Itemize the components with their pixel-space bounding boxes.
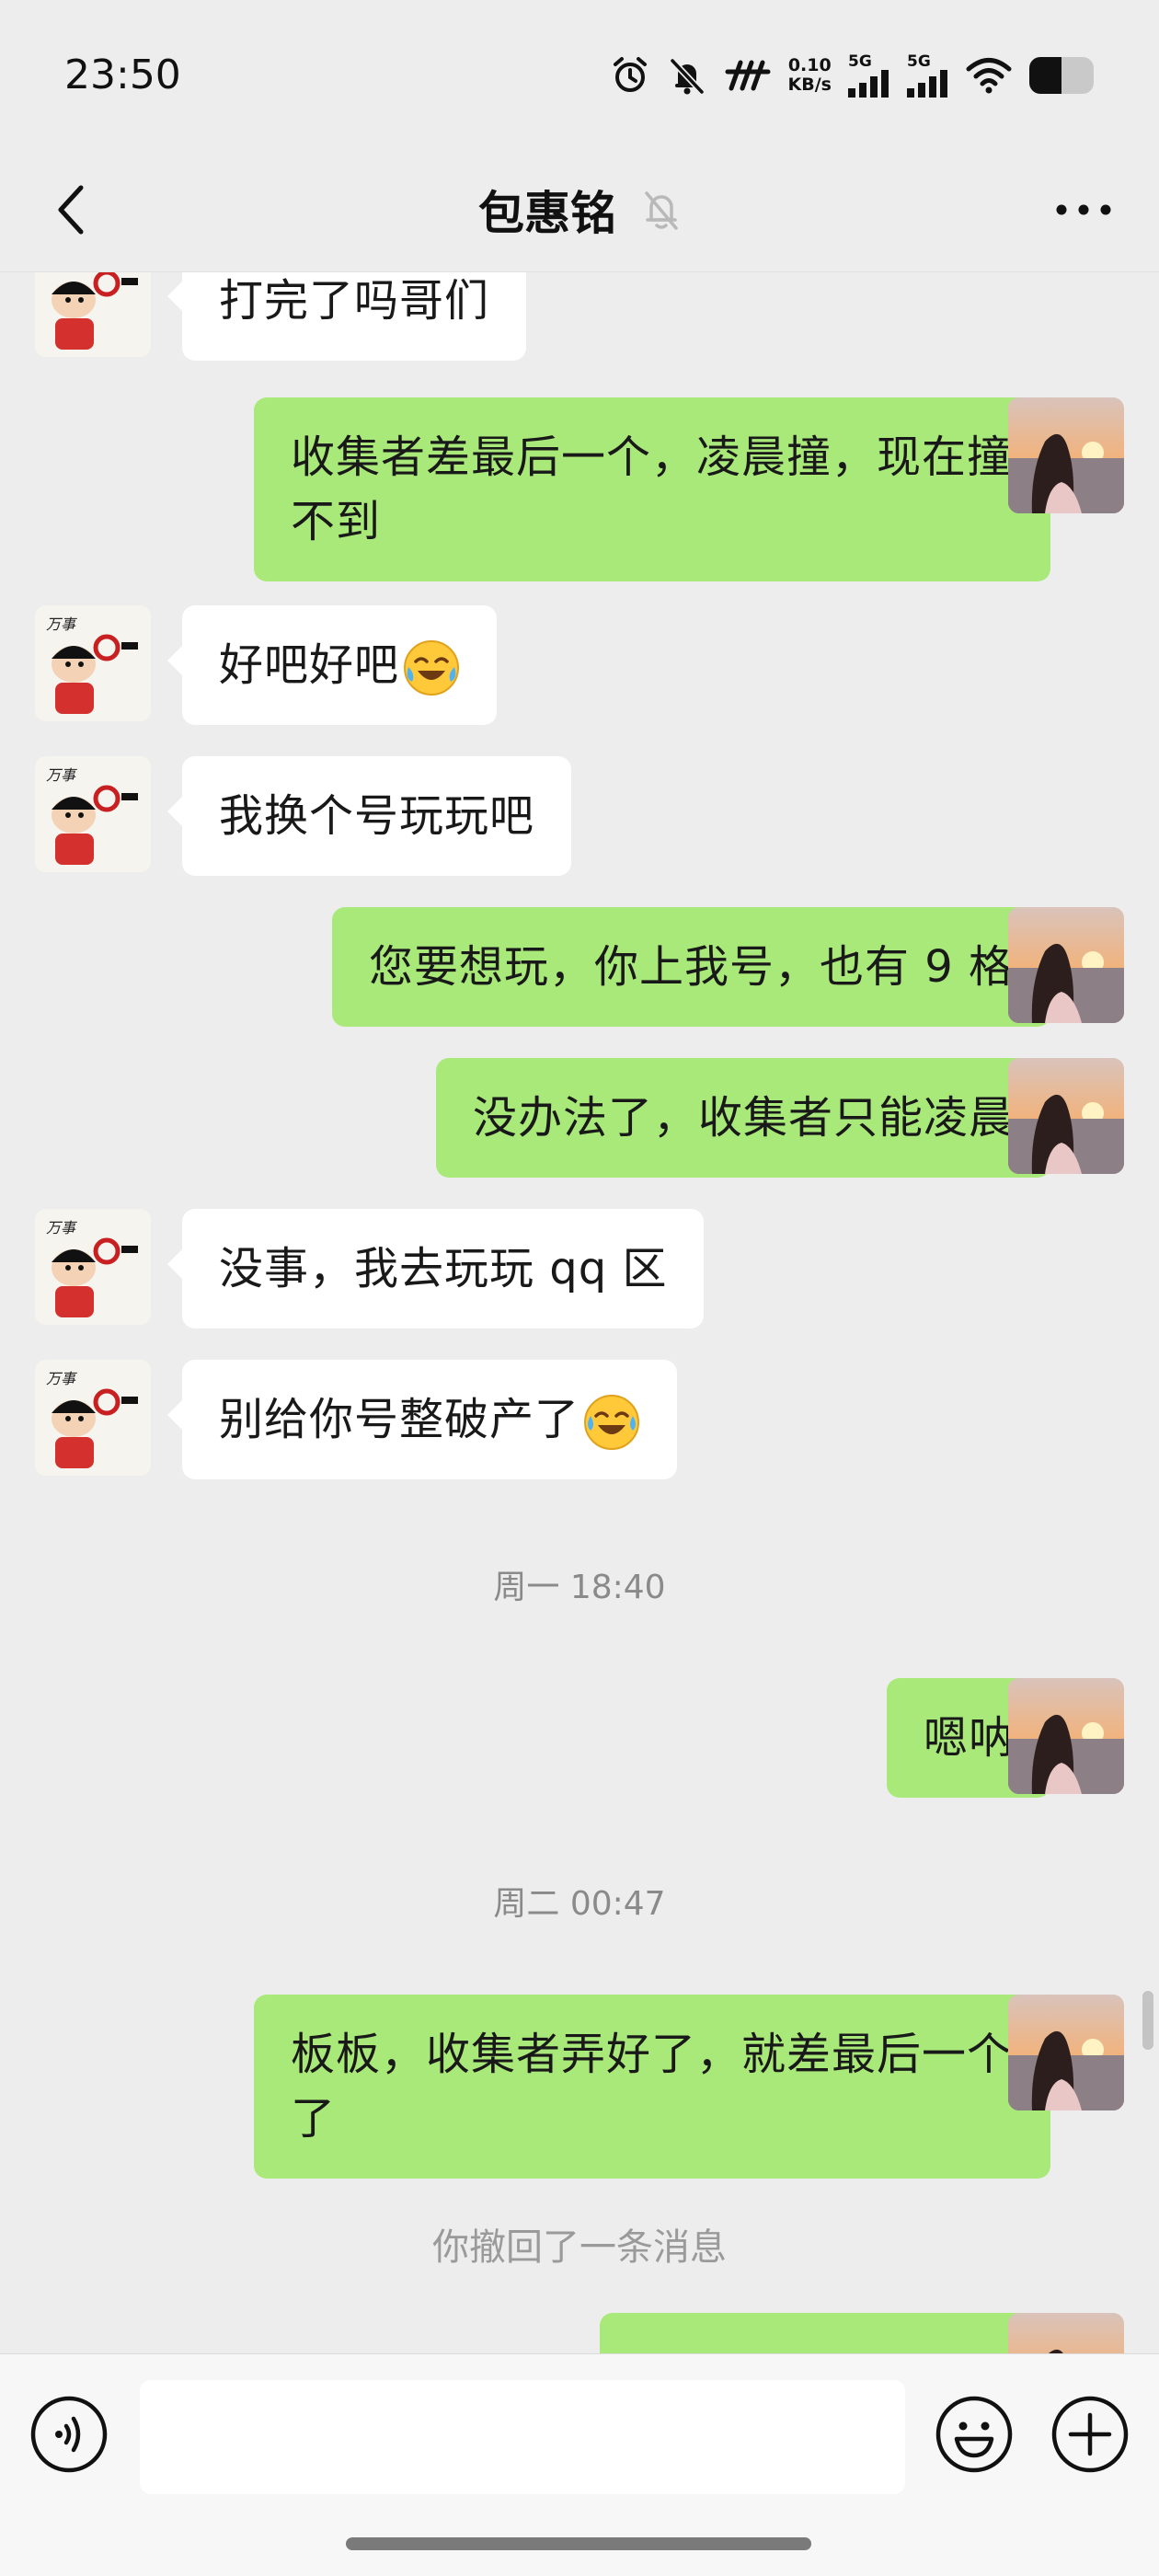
message-bubble-sent[interactable] [600, 2313, 1050, 2353]
cartoon-boy-avatar-icon: 万事 [35, 1209, 151, 1325]
message-bubble-received[interactable]: 我换个号玩玩吧 [166, 756, 572, 876]
timestamp: 周二 00:47 [493, 1885, 666, 1923]
message-bubble-received[interactable]: 没事，我去玩玩 qq 区 [166, 1209, 705, 1328]
message-text: 好吧好吧 [219, 639, 400, 691]
mute-icon [645, 191, 678, 230]
sunset-portrait-avatar-icon [1008, 907, 1124, 1023]
message-text: 打完了吗哥们 [219, 275, 490, 327]
emoji-icon [935, 2396, 1013, 2473]
scrollbar-thumb[interactable] [1142, 1991, 1153, 2050]
signal-icon [907, 69, 947, 98]
contact-avatar[interactable]: 万事 [35, 605, 151, 721]
message-text: 我换个号玩玩吧 [219, 790, 535, 842]
contact-avatar[interactable]: 万事 [35, 756, 151, 872]
net-speed-unit: KB/s [787, 75, 832, 95]
sunset-portrait-avatar-icon [1008, 397, 1124, 513]
svg-text:万事: 万事 [46, 615, 77, 633]
chat-title: 包惠铭 [478, 187, 616, 240]
my-avatar[interactable] [1008, 1678, 1124, 1794]
sim1-network-label: 5G [848, 52, 872, 71]
sunset-portrait-avatar-icon [1008, 1678, 1124, 1794]
voice-icon [30, 2396, 108, 2473]
message-text: 没办法了，收集者只能凌晨 [472, 1092, 1014, 1144]
status-bar: 23:50 0.10 KB/s 5G 5G [0, 0, 1159, 147]
my-avatar[interactable] [1008, 2313, 1124, 2353]
alarm-icon [613, 57, 647, 92]
message-text: 您要想玩，你上我号，也有 9 格 [368, 941, 1014, 993]
more-button[interactable] [1045, 177, 1122, 243]
net-speed-value: 0.10 [787, 55, 832, 75]
message-bubble-received[interactable]: 别给你号整破产了 [166, 1360, 678, 1479]
status-icons: 0.10 KB/s 5G 5G [610, 52, 1095, 99]
message-text: 没事，我去玩玩 qq 区 [219, 1243, 668, 1294]
message-text: 别给你号整破产了 [219, 1394, 580, 1445]
sim2-network-label: 5G [907, 52, 931, 71]
svg-text:万事: 万事 [46, 766, 77, 784]
recalled-message-notice: 你撤回了一条消息 [432, 2226, 727, 2269]
carrier-logo-icon [725, 60, 771, 91]
message-bubble-received[interactable]: 打完了吗哥们 [166, 272, 527, 361]
svg-text:万事: 万事 [46, 1219, 77, 1236]
more-functions-button[interactable] [1050, 2395, 1130, 2474]
status-time: 23:50 [64, 52, 181, 98]
title-area: 包惠铭 [0, 147, 1159, 272]
net-speed: 0.10 KB/s [788, 56, 832, 95]
sim1-signal: 5G [848, 52, 890, 98]
emoji-button[interactable] [935, 2395, 1014, 2474]
chat-header: 包惠铭 [0, 147, 1159, 272]
contact-avatar[interactable]: 万事 [35, 272, 151, 357]
message-text: 嗯呐 [923, 1712, 1014, 1764]
plus-icon [1051, 2396, 1129, 2473]
voice-button[interactable] [29, 2395, 109, 2474]
svg-text:万事: 万事 [46, 1370, 77, 1387]
cartoon-boy-avatar-icon: 万事 [35, 756, 151, 872]
message-text: 收集者差最后一个，凌晨撞，现在撞不到 [291, 431, 1013, 547]
sunset-portrait-avatar-icon [1008, 2313, 1124, 2353]
tears-of-joy-emoji-icon [584, 1395, 640, 1450]
timestamp: 周一 18:40 [493, 1569, 666, 1606]
message-list[interactable]: 万事 打完了吗哥们 收集者差最后一个，凌晨撞，现在撞不到 [0, 272, 1159, 2353]
sim2-signal: 5G [907, 52, 949, 98]
more-icon [1056, 204, 1111, 215]
cartoon-boy-avatar-icon: 万事 [35, 605, 151, 721]
message-text: 板板，收集者弄好了，就差最后一个了 [291, 2029, 1013, 2145]
cartoon-boy-avatar-icon: 万事 [35, 272, 151, 357]
message-bubble-sent[interactable]: 没办法了，收集者只能凌晨 [435, 1058, 1066, 1178]
message-bubble-received[interactable]: 好吧好吧 [166, 605, 498, 725]
wifi-icon [966, 58, 1012, 94]
my-avatar[interactable] [1008, 1058, 1124, 1174]
message-input[interactable] [140, 2380, 905, 2494]
my-avatar[interactable] [1008, 397, 1124, 513]
my-avatar[interactable] [1008, 907, 1124, 1023]
cartoon-boy-avatar-icon: 万事 [35, 1360, 151, 1476]
my-avatar[interactable] [1008, 1995, 1124, 2110]
signal-icon [848, 69, 889, 98]
message-bubble-sent[interactable]: 板板，收集者弄好了，就差最后一个了 [254, 1995, 1065, 2179]
sunset-portrait-avatar-icon [1008, 1058, 1124, 1174]
message-bubble-sent[interactable]: 您要想玩，你上我号，也有 9 格 [331, 907, 1066, 1027]
mute-bell-icon [669, 58, 705, 95]
contact-avatar[interactable]: 万事 [35, 1360, 151, 1476]
home-indicator[interactable] [346, 2537, 811, 2550]
message-bubble-sent[interactable]: 收集者差最后一个，凌晨撞，现在撞不到 [254, 397, 1065, 581]
laughing-crying-emoji-icon [404, 640, 460, 696]
battery-icon [1029, 57, 1094, 94]
contact-avatar[interactable]: 万事 [35, 1209, 151, 1325]
sunset-portrait-avatar-icon [1008, 1995, 1124, 2110]
